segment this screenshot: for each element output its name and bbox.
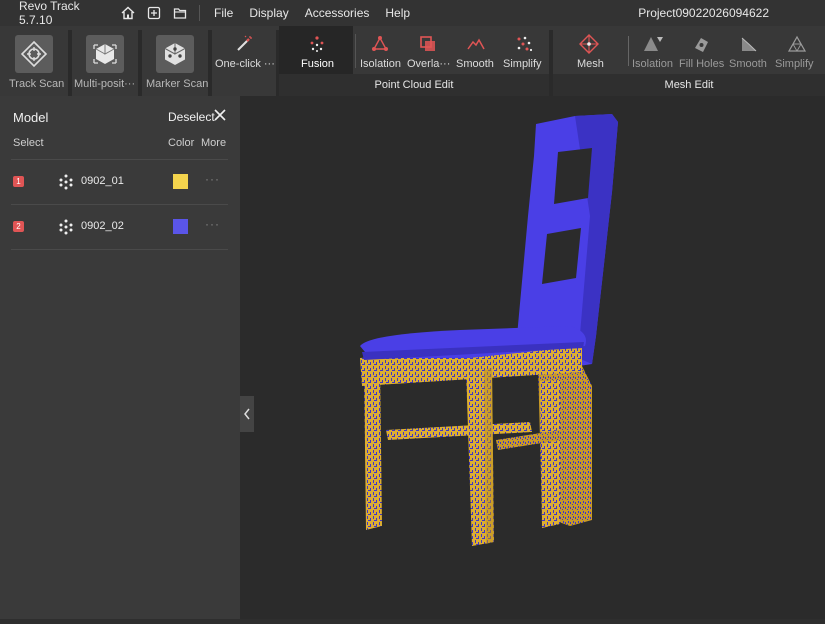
overlap-icon xyxy=(420,36,435,51)
row-divider xyxy=(11,249,228,250)
one-click-label: One-click ··· xyxy=(215,58,275,70)
new-project-icon[interactable] xyxy=(141,0,167,26)
mesh-simplify-button[interactable]: Simplify xyxy=(772,26,822,74)
mesh-smooth-icon xyxy=(741,37,757,52)
magic-wand-icon xyxy=(237,35,252,51)
fusion-label: Fusion xyxy=(301,58,335,70)
smooth-icon xyxy=(467,38,485,50)
fill-holes-button[interactable]: Fill Holes xyxy=(676,26,726,74)
chair-scan-model xyxy=(360,114,618,546)
row-index-badge: 1 xyxy=(13,176,24,187)
track-scan-button[interactable]: Track Scan xyxy=(0,26,68,96)
mesh-isolation-icon xyxy=(644,37,663,51)
mesh-isolation-label: Isolation xyxy=(632,58,673,70)
mesh-icon xyxy=(579,34,599,54)
model-name: 0902_01 xyxy=(81,175,124,187)
color-column-header: Color xyxy=(168,137,195,149)
multi-position-button[interactable]: Multi-posit··· xyxy=(72,26,138,96)
mesh-smooth-label: Smooth xyxy=(729,58,767,70)
pc-isolation-button[interactable]: Isolation xyxy=(357,26,403,74)
pc-overlap-button[interactable]: Overla··· xyxy=(405,26,451,74)
model-name: 0902_02 xyxy=(81,220,124,232)
3d-viewport[interactable] xyxy=(240,96,825,619)
pc-simplify-button[interactable]: Simplify xyxy=(501,26,547,74)
more-options-icon[interactable]: ··· xyxy=(205,172,220,186)
deselect-button[interactable]: Deselect xyxy=(168,110,215,124)
mesh-simplify-label: Simplify xyxy=(775,58,814,70)
multi-position-icon xyxy=(86,35,124,73)
marker-scan-button[interactable]: Marker Scan xyxy=(142,26,208,96)
select-column-header: Select xyxy=(13,137,44,149)
model-row[interactable]: 2 0902_02 ··· xyxy=(0,205,240,249)
mesh-simplify-icon xyxy=(787,35,807,52)
project-name: Project09022026094622 xyxy=(638,6,769,20)
menu-file[interactable]: File xyxy=(206,6,241,20)
pc-simplify-label: Simplify xyxy=(503,58,542,70)
fill-holes-label: Fill Holes xyxy=(679,58,725,70)
pc-isolation-label: Isolation xyxy=(360,58,401,70)
title-bar: Revo Track 5.7.10 File Display Accessori… xyxy=(0,0,825,27)
menu-display[interactable]: Display xyxy=(241,6,296,20)
simplify-icon xyxy=(517,36,533,52)
collapse-panel-button[interactable] xyxy=(240,396,254,432)
point-cloud-icon xyxy=(59,219,73,235)
track-scan-label: Track Scan xyxy=(9,78,65,90)
fill-holes-icon xyxy=(695,38,708,52)
mesh-button[interactable]: Mesh xyxy=(553,26,625,74)
one-click-button[interactable]: One-click ··· xyxy=(212,26,276,96)
isolation-icon xyxy=(372,36,388,51)
fusion-button[interactable]: Fusion xyxy=(279,26,353,74)
menu-divider xyxy=(199,5,200,21)
model-row[interactable]: 1 0902_01 ··· xyxy=(0,160,240,204)
marker-scan-icon xyxy=(156,35,194,73)
pc-overlap-label: Overla··· xyxy=(407,58,451,70)
point-cloud-icon xyxy=(59,174,73,190)
close-icon[interactable] xyxy=(213,108,227,122)
fusion-icon xyxy=(310,36,324,52)
menu-accessories[interactable]: Accessories xyxy=(297,6,378,20)
marker-scan-label: Marker Scan xyxy=(146,78,209,90)
pc-smooth-button[interactable]: Smooth xyxy=(453,26,499,74)
home-icon[interactable] xyxy=(115,0,141,26)
color-swatch[interactable] xyxy=(173,219,188,234)
model-panel: Model Deselect Select Color More 1 0902_… xyxy=(0,96,240,619)
menu-help[interactable]: Help xyxy=(377,6,418,20)
toolbar-divider xyxy=(628,36,629,66)
mesh-label: Mesh xyxy=(577,58,604,70)
mesh-edit-group-label: Mesh Edit xyxy=(553,74,825,96)
mesh-smooth-button[interactable]: Smooth xyxy=(726,26,772,74)
pc-smooth-label: Smooth xyxy=(456,58,494,70)
chevron-left-icon xyxy=(244,408,250,420)
track-scan-icon xyxy=(15,35,53,73)
more-options-icon[interactable]: ··· xyxy=(205,217,220,231)
panel-title: Model xyxy=(13,110,49,125)
toolbar: Track Scan Multi-posit··· Marker Scan On… xyxy=(0,26,825,96)
open-folder-icon[interactable] xyxy=(167,0,193,26)
toolbar-divider xyxy=(355,34,356,68)
mesh-isolation-button[interactable]: Isolation xyxy=(630,26,676,74)
point-cloud-edit-group-label: Point Cloud Edit xyxy=(279,74,549,96)
more-column-header: More xyxy=(201,137,227,149)
row-index-badge: 2 xyxy=(13,221,24,232)
multi-position-label: Multi-posit··· xyxy=(74,78,136,90)
app-title: Revo Track 5.7.10 xyxy=(19,0,80,27)
color-swatch[interactable] xyxy=(173,174,188,189)
